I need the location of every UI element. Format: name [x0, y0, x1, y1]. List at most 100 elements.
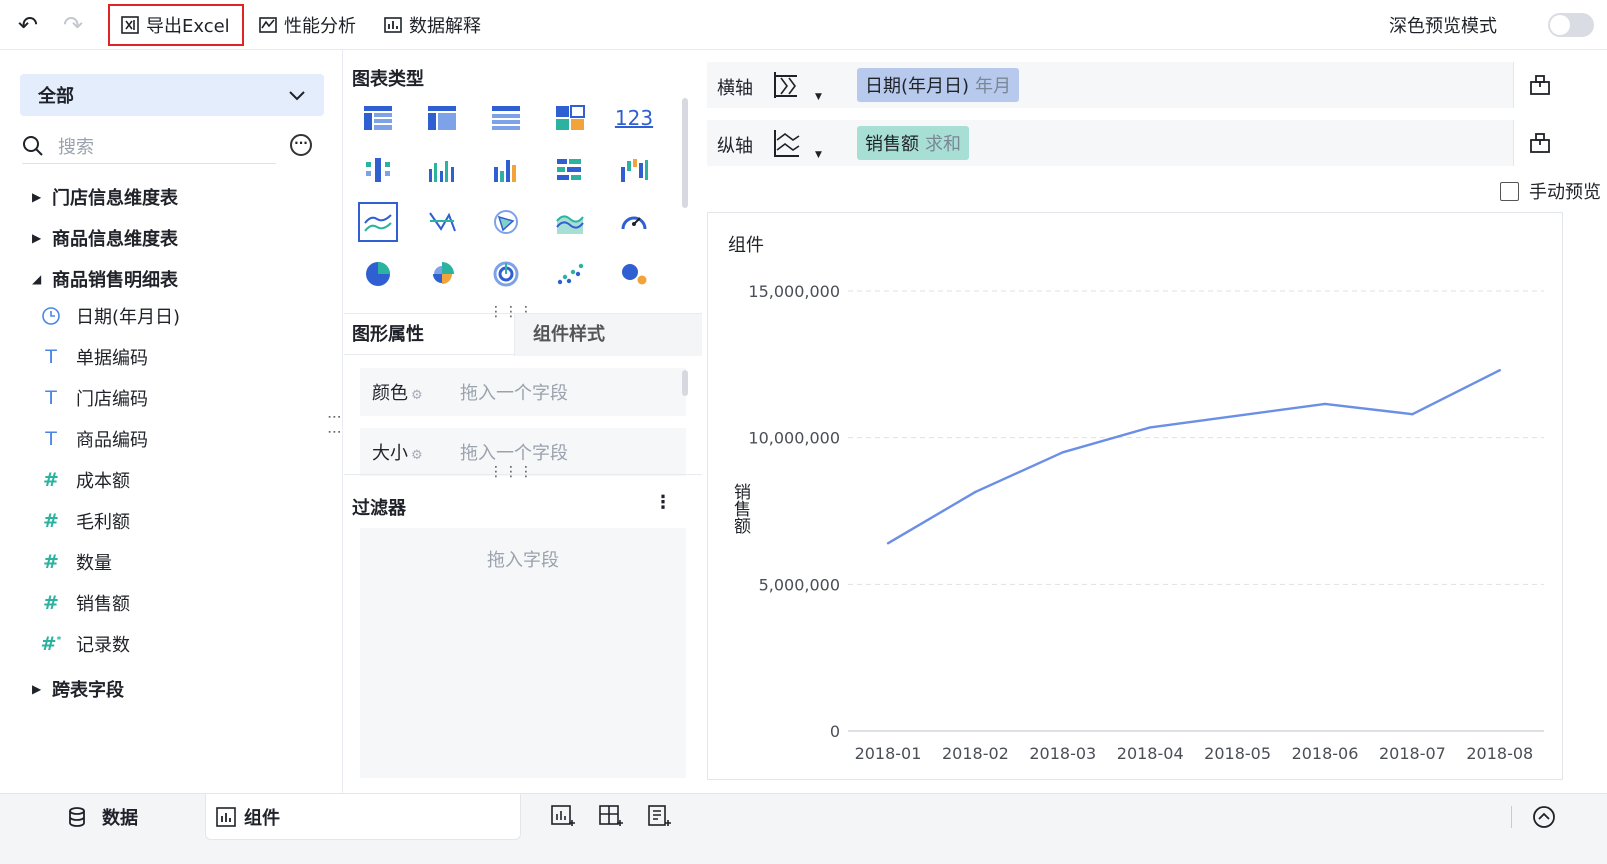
chart-type-rose[interactable] — [422, 254, 462, 294]
chart-type-scrollbar[interactable] — [682, 98, 688, 208]
resize-handle-mid[interactable]: ⋮⋮⋮ — [489, 464, 534, 480]
chart-type-grouped-table[interactable] — [358, 150, 398, 190]
polar-chart-icon — [494, 210, 518, 234]
tab-component[interactable]: 组件 — [205, 794, 521, 840]
chart-type-horizontal-bar[interactable] — [550, 150, 590, 190]
export-excel-button[interactable]: 导出Excel — [108, 4, 244, 46]
chart-type-column[interactable] — [486, 150, 526, 190]
x-tick-label: 2018-02 — [942, 744, 1009, 763]
chart-type-detail-table[interactable] — [486, 98, 526, 138]
chart-type-number-card[interactable]: 123 — [614, 98, 654, 138]
field-search[interactable]: 搜索 — [22, 128, 276, 164]
field-item[interactable]: 日期(年月日) — [40, 303, 180, 329]
x-axis-field-pill[interactable]: 日期(年月日) 年月 — [857, 68, 1020, 102]
caret-right-icon: ▶ — [32, 682, 42, 696]
field-item[interactable]: T 单据编码 — [40, 344, 148, 370]
filter-drop-zone[interactable]: 拖入字段 — [360, 528, 686, 778]
size-drop-zone[interactable]: 拖入一个字段 — [460, 439, 568, 465]
tab-graphic-properties[interactable]: 图形属性 — [352, 314, 512, 356]
chart-type-polar[interactable] — [486, 202, 526, 242]
x-tick-label: 2018-01 — [855, 744, 922, 763]
y-axis-settings[interactable] — [1513, 120, 1565, 166]
chart-type-bubble[interactable] — [614, 254, 654, 294]
add-report-icon[interactable] — [646, 804, 672, 830]
tab-data-label: 数据 — [102, 808, 138, 829]
y-axis-field-pill[interactable]: 销售额 求和 — [857, 126, 969, 160]
chart-type-waterfall[interactable] — [614, 150, 654, 190]
waterfall-chart-icon — [621, 159, 648, 182]
data-point — [886, 542, 890, 545]
chart-type-area[interactable] — [550, 202, 590, 242]
x-axis-settings[interactable] — [1513, 62, 1565, 108]
caret-down-icon: ◢ — [32, 272, 42, 286]
redo-icon[interactable]: ↷ — [58, 10, 88, 40]
column-chart-icon — [494, 160, 516, 182]
tab-component-label: 组件 — [244, 807, 280, 829]
data-point — [1149, 426, 1152, 429]
x-axis-icon[interactable] — [771, 70, 801, 100]
field-item[interactable]: # 毛利额 — [40, 508, 130, 534]
text-type-icon: T — [45, 387, 57, 409]
chart-type-table[interactable] — [358, 98, 398, 138]
y-tick-label: 0 — [830, 722, 840, 741]
number-type-icon: # — [43, 551, 59, 573]
chart-type-title: 图表类型 — [352, 69, 424, 90]
dark-mode-toggle[interactable] — [1548, 13, 1594, 37]
field-item[interactable]: T 商品编码 — [40, 426, 148, 452]
field-item[interactable]: # 数量 — [40, 549, 112, 575]
table-select[interactable]: 全部 — [20, 74, 324, 116]
manual-preview-option[interactable]: 手动预览 — [1500, 178, 1601, 204]
field-item[interactable]: # 销售额 — [40, 590, 130, 616]
y-axis-icon[interactable] — [771, 128, 801, 158]
y-axis-dropdown-icon[interactable]: ▼ — [815, 150, 822, 160]
chart-config-panel: 图表类型 123 ⋮⋮⋮ 图形属性 组件样式 颜色 ⚙ 拖入一个字段 大小 ⚙ … — [344, 50, 702, 813]
data-explain-button[interactable]: 数据解释 — [373, 4, 491, 46]
tree-group-cross-table[interactable]: ▶ 跨表字段 — [32, 676, 124, 702]
add-dashboard-icon[interactable] — [598, 804, 624, 830]
tree-group-label: 跨表字段 — [52, 680, 124, 701]
field-item[interactable]: #* 记录数 — [40, 631, 130, 657]
grouped-table-chart-icon — [366, 158, 390, 182]
chart-type-radar[interactable] — [422, 202, 462, 242]
gear-icon[interactable]: ⚙ — [411, 448, 423, 463]
field-item[interactable]: T 门店编码 — [40, 385, 148, 411]
data-point — [1061, 451, 1064, 454]
chart-type-bar[interactable] — [422, 150, 462, 190]
chevron-down-icon — [289, 91, 305, 101]
cross-table-chart-icon — [428, 106, 456, 130]
property-scrollbar[interactable] — [682, 370, 688, 396]
filter-title: 过滤器 — [352, 498, 406, 519]
chart-type-cross-table[interactable] — [422, 98, 462, 138]
chart-type-line[interactable] — [358, 202, 398, 242]
search-input[interactable]: 搜索 — [58, 133, 94, 159]
tab-component-style[interactable]: 组件样式 — [514, 314, 702, 356]
tree-group-store-dim[interactable]: ▶ 门店信息维度表 — [32, 184, 178, 210]
chart-type-dashboard[interactable] — [550, 98, 590, 138]
collapse-up-icon[interactable] — [1531, 804, 1557, 830]
data-point — [1411, 413, 1414, 416]
performance-icon — [259, 17, 277, 33]
panel-resize-handle[interactable]: ⋮⋮ — [326, 410, 342, 440]
chart-type-pie[interactable] — [358, 254, 398, 294]
filter-placeholder: 拖入字段 — [487, 550, 559, 571]
tree-group-sales-detail[interactable]: ◢ 商品销售明细表 — [32, 266, 178, 292]
chart-type-donut[interactable] — [486, 254, 526, 294]
color-drop-zone[interactable]: 拖入一个字段 — [460, 379, 568, 405]
field-item[interactable]: # 成本额 — [40, 467, 130, 493]
x-axis-dropdown-icon[interactable]: ▼ — [815, 92, 822, 102]
gear-icon[interactable]: ⚙ — [411, 388, 423, 403]
tree-group-product-dim[interactable]: ▶ 商品信息维度表 — [32, 225, 178, 251]
chart-type-gauge[interactable] — [614, 202, 654, 242]
x-axis-row: 横轴 ▼ 日期(年月日) 年月 — [707, 62, 1565, 108]
tab-data[interactable]: 数据 — [66, 794, 138, 840]
detail-table-chart-icon — [492, 106, 520, 130]
add-component-icon[interactable] — [550, 804, 576, 830]
color-property-row[interactable]: 颜色 ⚙ 拖入一个字段 — [360, 368, 686, 416]
dashboard-chart-icon — [556, 105, 585, 130]
more-options-icon[interactable]: ··· — [290, 134, 312, 156]
undo-icon[interactable]: ↶ — [13, 10, 43, 40]
performance-analysis-button[interactable]: 性能分析 — [248, 4, 366, 46]
manual-preview-checkbox[interactable] — [1500, 181, 1519, 201]
filter-more-icon[interactable]: ⋮ — [654, 492, 672, 513]
chart-type-scatter[interactable] — [550, 254, 590, 294]
